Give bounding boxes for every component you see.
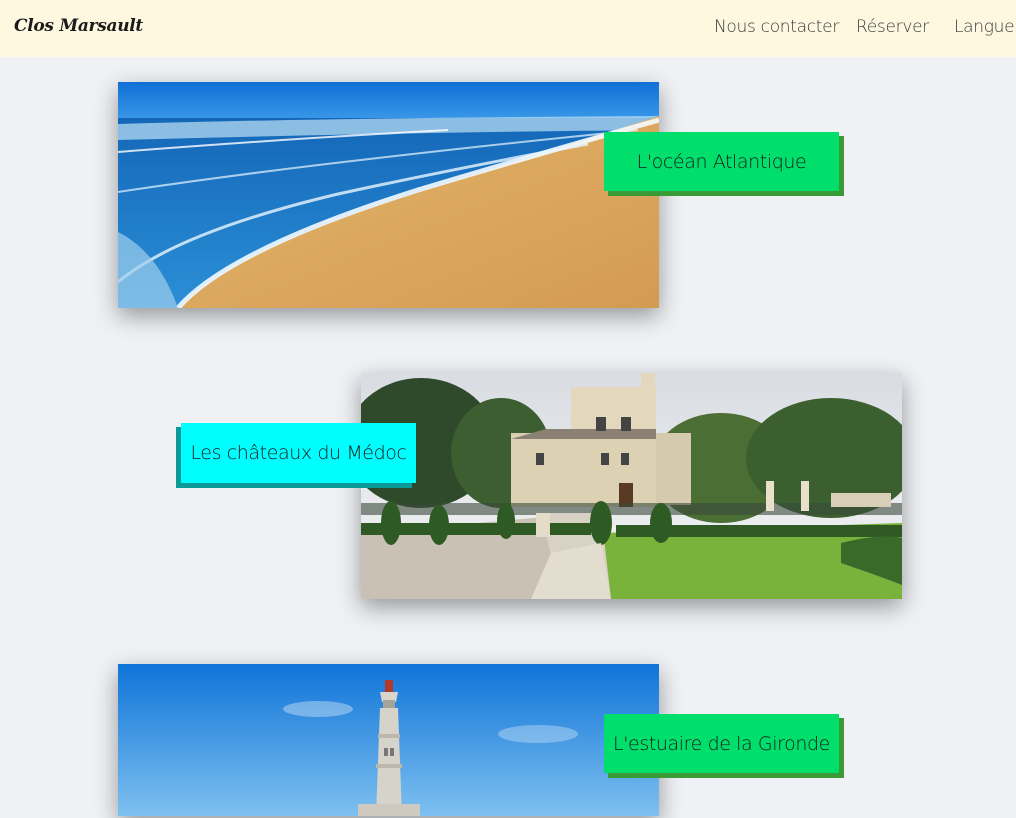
chateau-medoc-image <box>361 373 902 599</box>
ocean-beach-image <box>118 82 659 308</box>
brand-logo[interactable]: Clos Marsault <box>14 16 143 36</box>
chateau-caption[interactable]: Les châteaux du Médoc <box>181 423 416 483</box>
estuary-caption[interactable]: L'estuaire de la Gironde <box>604 714 839 773</box>
navbar: Clos Marsault Nous contacter Réserver La… <box>0 0 1016 57</box>
ocean-caption[interactable]: L'océan Atlantique <box>604 132 839 191</box>
gironde-lighthouse-image <box>118 664 659 816</box>
nav-link-contact[interactable]: Nous contacter <box>714 17 839 37</box>
nav-link-reserve[interactable]: Réserver <box>856 17 929 37</box>
nav-link-language[interactable]: Langue <box>954 17 1015 37</box>
